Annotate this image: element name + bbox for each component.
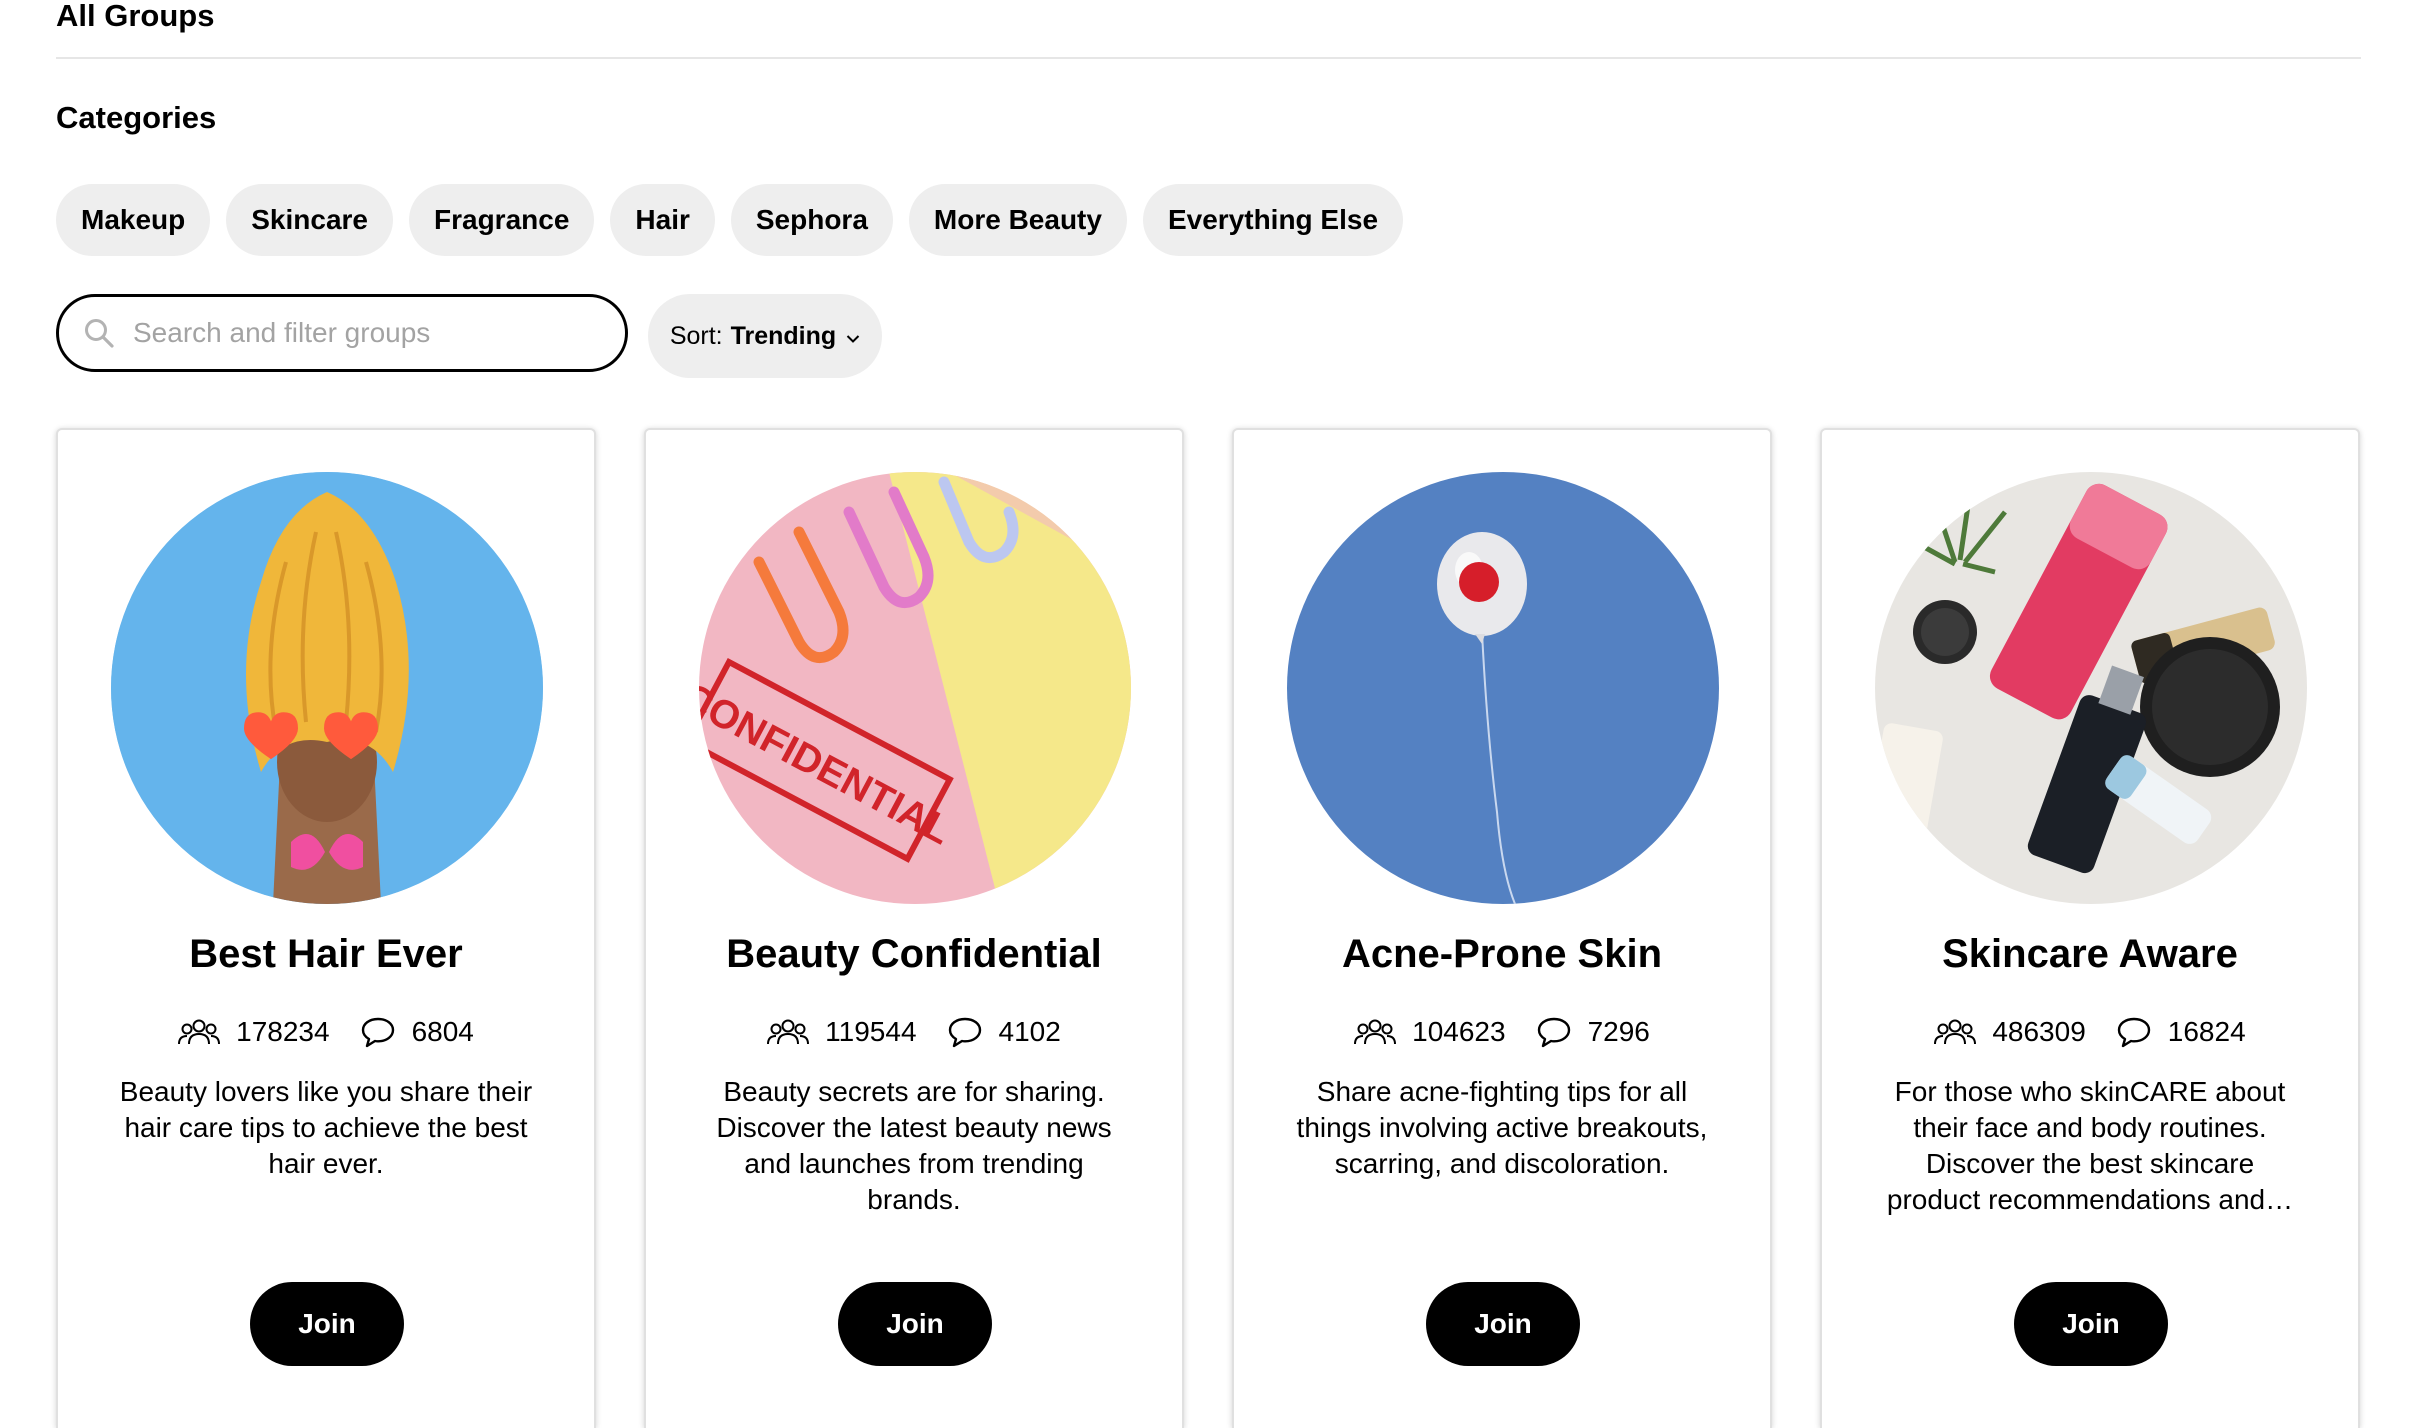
group-title[interactable]: Acne-Prone Skin — [1234, 930, 1770, 978]
group-card-best-hair-ever[interactable]: Best Hair Ever 178234 6804 Beauty lovers… — [56, 428, 596, 1428]
group-cards: Best Hair Ever 178234 6804 Beauty lovers… — [56, 428, 2360, 1428]
group-description: For those who skinCARE about their face … — [1886, 1076, 2294, 1215]
members-icon — [1354, 1019, 1397, 1045]
category-chip-skincare[interactable]: Skincare — [226, 184, 393, 256]
join-button[interactable]: Join — [2014, 1282, 2168, 1366]
search-icon — [85, 319, 114, 348]
group-stats: 119544 4102 — [646, 1015, 1182, 1049]
category-chip-hair[interactable]: Hair — [610, 184, 715, 256]
posts-count: 16824 — [2116, 1015, 2246, 1049]
comment-icon — [361, 1017, 394, 1048]
category-chips: Makeup Skincare Fragrance Hair Sephora M… — [56, 184, 1404, 256]
comment-icon — [948, 1017, 981, 1048]
category-chip-more-beauty[interactable]: More Beauty — [908, 184, 1127, 256]
category-chip-sephora[interactable]: Sephora — [730, 184, 893, 256]
comment-icon — [1537, 1017, 1570, 1048]
comment-icon — [2117, 1017, 2150, 1048]
posts-count: 7296 — [1536, 1015, 1650, 1049]
group-description: Beauty secrets are for sharing. Discover… — [716, 1076, 1112, 1215]
members-icon — [178, 1019, 221, 1045]
join-button[interactable]: Join — [1426, 1282, 1580, 1366]
group-stats: 486309 16824 — [1822, 1015, 2358, 1049]
divider — [56, 57, 2361, 59]
members-value: 119544 — [825, 1016, 917, 1047]
category-chip-fragrance[interactable]: Fragrance — [409, 184, 595, 256]
search-box[interactable] — [56, 294, 628, 372]
group-card-acne-prone-skin[interactable]: Acne-Prone Skin 104623 7296 Share acne-f… — [1232, 428, 1772, 1428]
posts-value: 16824 — [2167, 1016, 2246, 1047]
group-description: Beauty lovers like you share their hair … — [119, 1076, 533, 1179]
members-count: 486309 — [1934, 1015, 2086, 1049]
posts-count: 6804 — [360, 1015, 474, 1049]
chevron-down-icon — [846, 322, 860, 351]
group-image-skincare-aware — [1875, 472, 2307, 904]
sort-label: Sort: — [669, 321, 723, 350]
join-button[interactable]: Join — [838, 1282, 992, 1366]
members-count: 104623 — [1354, 1015, 1506, 1049]
posts-value: 4102 — [998, 1016, 1061, 1047]
category-chip-makeup[interactable]: Makeup — [56, 184, 211, 256]
members-count: 119544 — [767, 1015, 917, 1049]
members-value: 178234 — [236, 1016, 330, 1047]
group-image-best-hair-ever — [111, 472, 543, 904]
group-card-skincare-aware[interactable]: Skincare Aware 486309 16824 For those wh… — [1820, 428, 2360, 1428]
members-value: 104623 — [1412, 1016, 1506, 1047]
sort-value: Trending — [730, 321, 837, 350]
sort-dropdown[interactable]: Sort: Trending — [648, 294, 882, 378]
search-input[interactable] — [131, 316, 575, 350]
categories-title: Categories — [56, 100, 217, 135]
members-value: 486309 — [1992, 1016, 2086, 1047]
group-title[interactable]: Beauty Confidential — [646, 930, 1182, 978]
members-count: 178234 — [178, 1015, 330, 1049]
group-title[interactable]: Skincare Aware — [1822, 930, 2358, 978]
posts-count: 4102 — [947, 1015, 1061, 1049]
members-icon — [1934, 1019, 1977, 1045]
posts-value: 7296 — [1587, 1016, 1650, 1047]
members-icon — [767, 1019, 810, 1045]
group-stats: 178234 6804 — [58, 1015, 594, 1049]
group-stats: 104623 7296 — [1234, 1015, 1770, 1049]
group-card-beauty-confidential[interactable]: CONFIDENTIAL Beauty Confidential 119544 — [644, 428, 1184, 1428]
category-chip-everything-else[interactable]: Everything Else — [1142, 184, 1404, 256]
group-title[interactable]: Best Hair Ever — [58, 930, 594, 978]
group-description: Share acne-fighting tips for all things … — [1296, 1076, 1708, 1179]
join-button[interactable]: Join — [250, 1282, 404, 1366]
group-image-acne-prone-skin — [1287, 472, 1719, 904]
group-image-beauty-confidential: CONFIDENTIAL — [699, 472, 1131, 904]
posts-value: 6804 — [411, 1016, 474, 1047]
page-title: All Groups — [56, 0, 215, 33]
